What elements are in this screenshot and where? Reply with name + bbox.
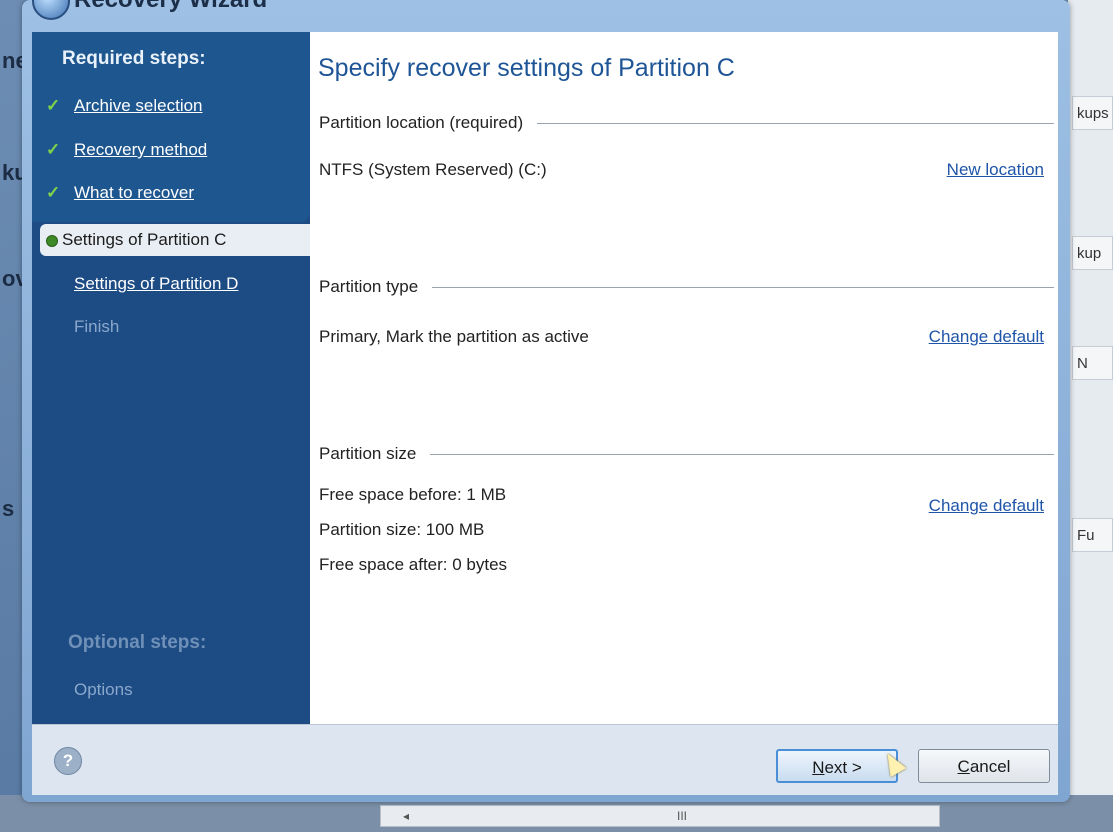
partition-location-value: NTFS (System Reserved) (C:) <box>319 160 547 179</box>
free-space-before: Free space before: 1 MB <box>319 485 507 504</box>
steps-sidebar: Required steps: ✓ Archive selection ✓ Re… <box>32 32 310 724</box>
check-icon: ✓ <box>46 183 61 202</box>
scroll-left-arrow-icon[interactable]: ◂ <box>403 809 409 823</box>
step-settings-partition-d[interactable]: Settings of Partition D <box>74 274 238 294</box>
recovery-wizard-dialog: Recovery Wizard Required steps: ✓ Archiv… <box>22 0 1070 802</box>
partition-size-value: Partition size: 100 MB <box>319 520 485 539</box>
free-space-after: Free space after: 0 bytes <box>319 555 508 574</box>
title-bar[interactable]: Recovery Wizard <box>22 0 1070 32</box>
window-title: Recovery Wizard <box>74 0 267 14</box>
wizard-footer: ? Next > Cancel <box>32 724 1058 795</box>
check-icon: ✓ <box>46 140 61 159</box>
step-recovery-method[interactable]: Recovery method <box>74 140 207 160</box>
change-size-link[interactable]: Change default <box>929 496 1044 516</box>
cancel-button-label: ancel <box>969 757 1011 776</box>
required-steps-heading: Required steps: <box>62 48 206 69</box>
partition-location-label: Partition location (required) <box>319 113 538 133</box>
next-button[interactable]: Next > <box>776 749 898 783</box>
settings-panel: Specify recover settings of Partition C … <box>310 32 1058 724</box>
background-text: s <box>2 496 15 521</box>
wizard-app-icon <box>32 0 70 20</box>
cancel-button[interactable]: Cancel <box>918 749 1050 783</box>
change-type-link[interactable]: Change default <box>929 327 1044 347</box>
background-cell: Fu <box>1072 518 1113 552</box>
background-column-header[interactable]: N <box>1072 346 1113 380</box>
background-backup-item[interactable]: kup <box>1072 236 1113 270</box>
page-title: Specify recover settings of Partition C <box>318 54 735 82</box>
next-button-label: ext > <box>824 758 862 777</box>
step-finish: Finish <box>74 317 120 336</box>
partition-type-label: Partition type <box>319 277 433 297</box>
current-step-label: Settings of Partition C <box>62 230 227 249</box>
step-current-settings-partition-c[interactable]: Settings of Partition C <box>40 224 310 256</box>
current-step-bullet-icon <box>46 235 58 247</box>
check-icon: ✓ <box>46 96 61 115</box>
partition-type-value: Primary, Mark the partition as active <box>319 327 589 346</box>
optional-steps-heading: Optional steps: <box>68 632 207 653</box>
step-options[interactable]: Options <box>74 680 133 700</box>
background-horizontal-scrollbar[interactable]: ◂ III <box>380 805 940 827</box>
step-what-to-recover[interactable]: What to recover <box>74 183 194 203</box>
cancel-accelerator: C <box>957 757 970 776</box>
new-location-link[interactable]: New location <box>947 160 1044 180</box>
next-accelerator: N <box>812 758 825 777</box>
background-backups-item[interactable]: kups <box>1072 96 1113 130</box>
step-archive-selection[interactable]: Archive selection <box>74 96 203 116</box>
partition-size-label: Partition size <box>319 444 431 464</box>
scroll-grip[interactable]: III <box>677 809 687 823</box>
help-icon[interactable]: ? <box>54 747 82 775</box>
